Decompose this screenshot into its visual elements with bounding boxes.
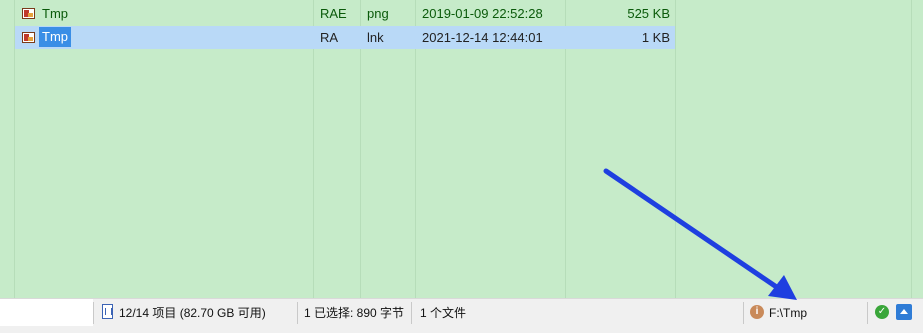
selection-summary: 1 已选择: 890 字节 bbox=[304, 306, 405, 320]
file-attributes: RA bbox=[320, 30, 339, 45]
annotation-arrow-head bbox=[768, 275, 797, 300]
chevron-up-icon[interactable] bbox=[896, 304, 912, 320]
file-manager-window: Tmp RAE png 2019-01-09 22:52:28 525 KB T… bbox=[0, 0, 923, 333]
file-row[interactable]: Tmp RAE png 2019-01-09 22:52:28 525 KB bbox=[15, 2, 675, 25]
annotation-arrow bbox=[603, 168, 797, 300]
status-blank-area bbox=[0, 299, 93, 326]
items-summary: 12/14 项目 (82.70 GB 可用) bbox=[119, 306, 266, 320]
status-separator bbox=[867, 302, 868, 324]
shortcut-file-icon bbox=[22, 32, 35, 43]
current-path[interactable]: F:\Tmp bbox=[769, 304, 807, 322]
file-modified-date: 2021-12-14 12:44:01 bbox=[422, 30, 543, 45]
file-extension: png bbox=[367, 6, 389, 21]
status-separator bbox=[411, 302, 412, 324]
file-size: 525 KB bbox=[627, 6, 670, 21]
file-modified-date: 2019-01-09 22:52:28 bbox=[422, 6, 543, 21]
status-bar: 12/14 项目 (82.70 GB 可用) 1 已选择: 890 字节 1 个… bbox=[0, 298, 923, 333]
info-icon[interactable]: i bbox=[750, 305, 764, 319]
file-name[interactable]: Tmp bbox=[39, 2, 71, 25]
column-divider bbox=[911, 0, 912, 298]
file-count: 1 个文件 bbox=[420, 306, 467, 320]
file-size: 1 KB bbox=[641, 30, 670, 45]
image-file-icon bbox=[22, 8, 35, 19]
annotation-arrow-shaft bbox=[603, 168, 781, 291]
file-name[interactable]: Tmp bbox=[39, 27, 71, 47]
status-separator bbox=[93, 302, 94, 324]
document-icon bbox=[102, 304, 113, 319]
status-separator bbox=[297, 302, 298, 324]
file-row-selected[interactable]: Tmp RA lnk 2021-12-14 12:44:01 1 KB bbox=[15, 26, 675, 49]
column-divider bbox=[675, 0, 676, 298]
status-separator bbox=[743, 302, 744, 324]
file-extension: lnk bbox=[367, 30, 384, 45]
check-icon[interactable]: ✓ bbox=[875, 305, 889, 319]
file-attributes: RAE bbox=[320, 6, 347, 21]
